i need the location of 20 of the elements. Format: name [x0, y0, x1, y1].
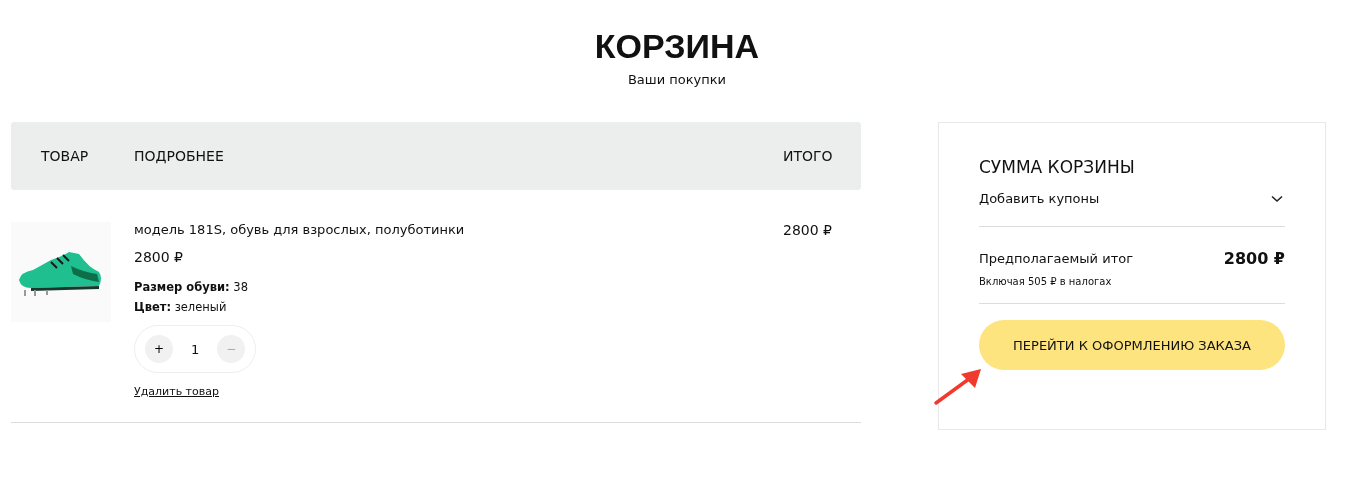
product-attribute: Размер обуви: 38 [134, 279, 249, 296]
tax-note: Включая 505 ₽ в налогах [979, 276, 1285, 304]
page-subtitle: Ваши покупки [626, 72, 728, 87]
quantity-value: 1 [191, 341, 200, 357]
remove-link[interactable]: Удалить товар [134, 385, 783, 398]
estimate-label: Предполагаемый итог [979, 251, 1133, 266]
column-header: ТОВАР [40, 148, 90, 164]
estimate-value: 2800 ₽ [1223, 249, 1285, 268]
column-header: ИТОГО [783, 148, 834, 164]
row-total: 2800 ₽ [783, 222, 833, 240]
increase-button[interactable]: + [145, 335, 173, 363]
product-attribute: Цвет: зеленый [134, 299, 228, 316]
coupon-toggle[interactable]: Добавить купоны [979, 177, 1285, 227]
column-header: ПОДРОБНЕЕ [134, 148, 225, 164]
page-title: КОРЗИНА [593, 26, 761, 66]
summary-title: СУММА КОРЗИНЫ [979, 157, 1136, 177]
product-name[interactable]: модель 181S, обувь для взрослых, полуботинки [134, 222, 783, 237]
product-price: 2800 ₽ [134, 249, 184, 265]
checkout-button[interactable]: ПЕРЕЙТИ К ОФОРМЛЕНИЮ ЗАКАЗА [979, 320, 1285, 370]
chevron-icon [1271, 194, 1283, 203]
